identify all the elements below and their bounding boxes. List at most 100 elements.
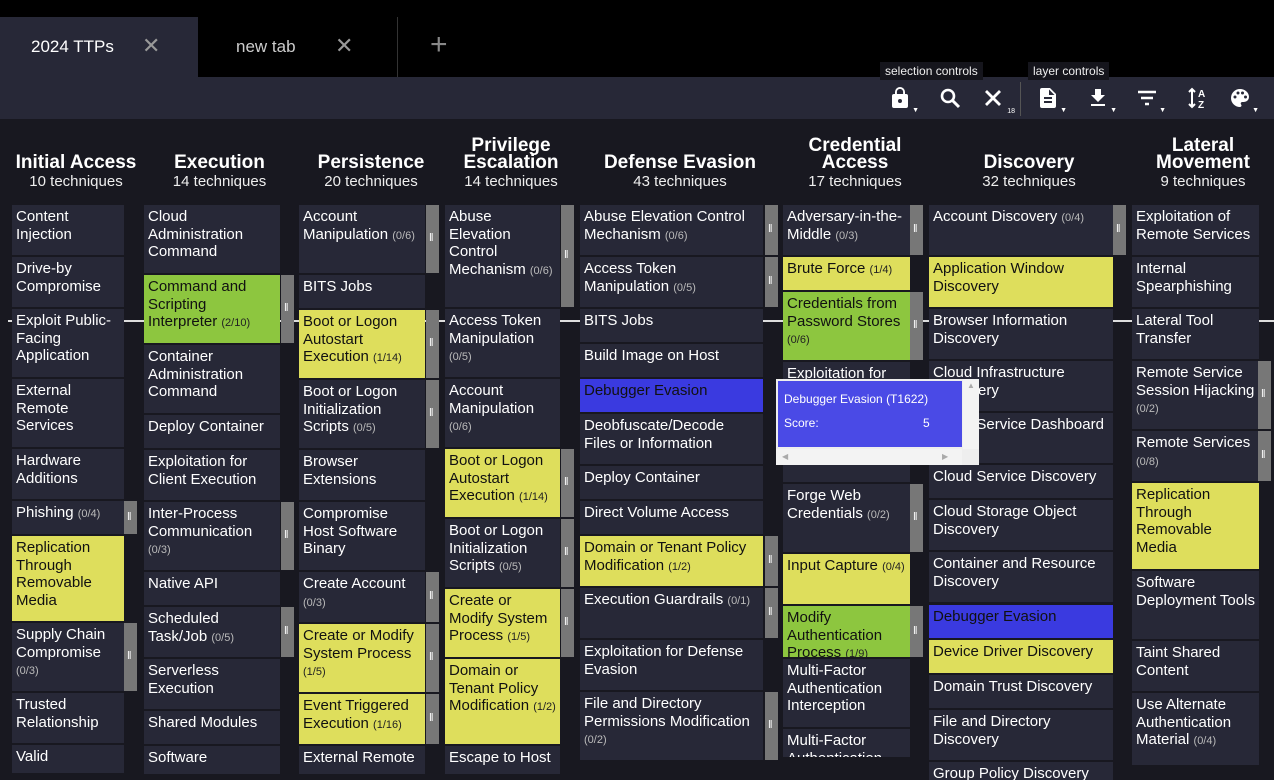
expand-subtechniques-handle[interactable]: ǁ — [1113, 205, 1126, 255]
technique-cell[interactable]: Native API — [144, 572, 280, 605]
technique-cell[interactable]: Use Alternate Authentication Material (0… — [1132, 693, 1259, 765]
technique-cell[interactable]: Replication Through Removable Media — [1132, 483, 1259, 569]
search-button[interactable] — [936, 84, 964, 112]
expand-subtechniques-handle[interactable]: ǁ — [426, 205, 439, 273]
scroll-up-icon[interactable]: ▲ — [967, 381, 975, 390]
technique-cell[interactable]: Internal Spearphishing — [1132, 257, 1259, 307]
tactic-header[interactable]: Execution 14 techniques — [152, 153, 287, 191]
add-tab-icon[interactable]: + — [430, 30, 448, 60]
expand-subtechniques-handle[interactable]: ǁ — [765, 692, 778, 760]
technique-cell[interactable]: Cloud Service Discovery — [929, 465, 1113, 498]
technique-cell[interactable]: Exploit Public-Facing Application — [12, 309, 124, 377]
download-button[interactable]: ▼ — [1084, 84, 1117, 114]
scroll-right-icon[interactable]: ▶ — [942, 452, 948, 461]
tactic-header[interactable]: Discovery 32 techniques — [928, 153, 1130, 191]
filter-button[interactable]: ▼ — [1133, 84, 1166, 114]
technique-cell[interactable]: Valid — [12, 745, 124, 773]
technique-cell[interactable]: Serverless Execution — [144, 659, 280, 709]
expand-subtechniques-handle[interactable]: ǁ — [561, 449, 574, 517]
vertical-scrollbar[interactable]: ▲ — [963, 379, 979, 449]
technique-cell[interactable]: Credentials from Password Stores (0/6) — [783, 292, 910, 360]
technique-cell[interactable]: Container and Resource Discovery — [929, 552, 1113, 602]
technique-cell[interactable]: BITS Jobs — [580, 309, 763, 342]
technique-cell[interactable]: Create Account (0/3) — [299, 572, 425, 622]
technique-cell[interactable]: Event Triggered Execution (1/16) — [299, 694, 425, 744]
technique-cell[interactable]: Cloud Administration Command — [144, 205, 280, 273]
expand-subtechniques-handle[interactable]: ǁ — [910, 606, 923, 657]
technique-cell[interactable]: Cloud Storage Object Discovery — [929, 500, 1113, 550]
technique-cell[interactable]: Access Token Manipulation (0/5) — [580, 257, 763, 307]
technique-cell[interactable]: Lateral Tool Transfer — [1132, 309, 1259, 359]
technique-cell[interactable]: Trusted Relationship — [12, 693, 124, 743]
expand-subtechniques-handle[interactable]: ǁ — [1258, 361, 1271, 429]
lock-button[interactable]: ▼ — [886, 84, 919, 114]
expand-subtechniques-handle[interactable]: ǁ — [910, 484, 923, 552]
technique-cell[interactable]: Forge Web Credentials (0/2) — [783, 484, 910, 552]
technique-cell[interactable]: Replication Through Removable Media — [12, 536, 124, 621]
expand-subtechniques-handle[interactable]: ǁ — [561, 589, 574, 657]
tactic-header[interactable]: Defense Evasion 43 techniques — [578, 153, 782, 191]
technique-cell[interactable]: Multi-Factor Authentication — [783, 729, 910, 757]
technique-cell[interactable]: Account Discovery (0/4) — [929, 205, 1113, 255]
expand-subtechniques-handle[interactable]: ǁ — [426, 694, 439, 744]
technique-cell[interactable]: Create or Modify System Process (1/5) — [445, 589, 560, 657]
technique-cell[interactable]: External Remote Services — [12, 379, 124, 447]
expand-subtechniques-handle[interactable]: ǁ — [426, 624, 439, 692]
technique-cell[interactable]: Escape to Host — [445, 746, 560, 774]
technique-cell[interactable]: Taint Shared Content — [1132, 641, 1259, 691]
technique-cell[interactable]: Adversary-in-the-Middle (0/3) — [783, 205, 910, 255]
tactic-header[interactable]: Credential Access 17 techniques — [782, 136, 928, 191]
technique-cell[interactable]: Domain or Tenant Policy Modification (1/… — [445, 659, 560, 744]
technique-cell[interactable]: Deobfuscate/Decode Files or Information — [580, 414, 763, 464]
expand-subtechniques-handle[interactable]: ǁ — [281, 607, 294, 657]
tactic-header[interactable]: Privilege Escalation 14 techniques — [442, 136, 580, 191]
technique-cell[interactable]: Abuse Elevation Control Mechanism (0/6) — [445, 205, 560, 307]
expand-subtechniques-handle[interactable]: ǁ — [124, 501, 137, 534]
technique-cell[interactable]: Exploitation for Client Execution — [144, 450, 280, 500]
close-icon[interactable]: ✕ — [335, 33, 353, 59]
sort-button[interactable]: AZ — [1184, 84, 1212, 112]
tactic-header[interactable]: Lateral Movement 9 techniques — [1130, 136, 1274, 191]
technique-cell[interactable]: Domain or Tenant Policy Modification (1/… — [580, 536, 763, 586]
technique-cell[interactable]: Deploy Container — [144, 415, 280, 448]
technique-cell[interactable]: Input Capture (0/4) — [783, 554, 910, 604]
technique-cell[interactable]: Supply Chain Compromise (0/3) — [12, 623, 124, 691]
technique-cell[interactable]: Account Manipulation (0/6) — [299, 205, 425, 273]
technique-cell[interactable]: Brute Force (1/4) — [783, 257, 910, 290]
expand-subtechniques-handle[interactable]: ǁ — [765, 205, 778, 255]
expand-subtechniques-handle[interactable]: ǁ — [281, 275, 294, 343]
technique-cell[interactable]: File and Directory Discovery — [929, 710, 1113, 760]
technique-cell[interactable]: Modify Authentication Process (1/9) — [783, 606, 910, 657]
technique-cell[interactable]: Software — [144, 746, 280, 774]
tactic-header[interactable]: Initial Access 10 techniques — [6, 153, 146, 191]
technique-cell[interactable]: Drive-by Compromise — [12, 257, 124, 307]
technique-cell[interactable]: Boot or Logon Autostart Execution (1/14) — [299, 310, 425, 378]
expand-subtechniques-handle[interactable]: ǁ — [910, 205, 923, 255]
expand-subtechniques-handle[interactable]: ǁ — [765, 536, 778, 586]
horizontal-scrollbar[interactable]: ◀ ▶ — [776, 449, 962, 465]
tab-new-tab[interactable]: new tab ✕ — [198, 17, 398, 77]
technique-cell[interactable]: Device Driver Discovery — [929, 640, 1113, 673]
expand-subtechniques-handle[interactable]: ǁ — [281, 502, 294, 570]
technique-cell[interactable]: Remote Services (0/8) — [1132, 431, 1259, 481]
technique-cell[interactable]: Group Policy Discovery — [929, 762, 1113, 780]
technique-cell[interactable]: Multi-Factor Authentication Interception — [783, 659, 910, 727]
technique-cell[interactable]: Abuse Elevation Control Mechanism (0/6) — [580, 205, 763, 255]
close-icon[interactable]: ✕ — [142, 33, 160, 59]
technique-cell[interactable]: Inter-Process Communication (0/3) — [144, 502, 280, 570]
expand-subtechniques-handle[interactable]: ǁ — [1258, 431, 1271, 481]
technique-cell[interactable]: Boot or Logon Initialization Scripts (0/… — [445, 519, 560, 587]
technique-cell[interactable]: Exploitation of Remote Services — [1132, 205, 1259, 255]
color-setup-button[interactable]: ▼ — [1226, 84, 1259, 114]
technique-cell[interactable]: Browser Information Discovery — [929, 309, 1113, 359]
technique-cell[interactable]: Domain Trust Discovery — [929, 675, 1113, 708]
technique-cell[interactable]: Deploy Container — [580, 466, 763, 499]
expand-subtechniques-handle[interactable]: ǁ — [124, 623, 137, 691]
technique-cell[interactable]: Boot or Logon Initialization Scripts (0/… — [299, 380, 425, 448]
technique-cell[interactable]: Application Window Discovery — [929, 257, 1113, 307]
deselect-button[interactable]: 18 — [979, 84, 1015, 115]
export-button[interactable]: ▼ — [1034, 84, 1067, 114]
technique-cell[interactable]: Direct Volume Access — [580, 501, 763, 534]
technique-cell[interactable]: Debugger Evasion — [580, 379, 763, 412]
expand-subtechniques-handle[interactable]: ǁ — [765, 588, 778, 638]
